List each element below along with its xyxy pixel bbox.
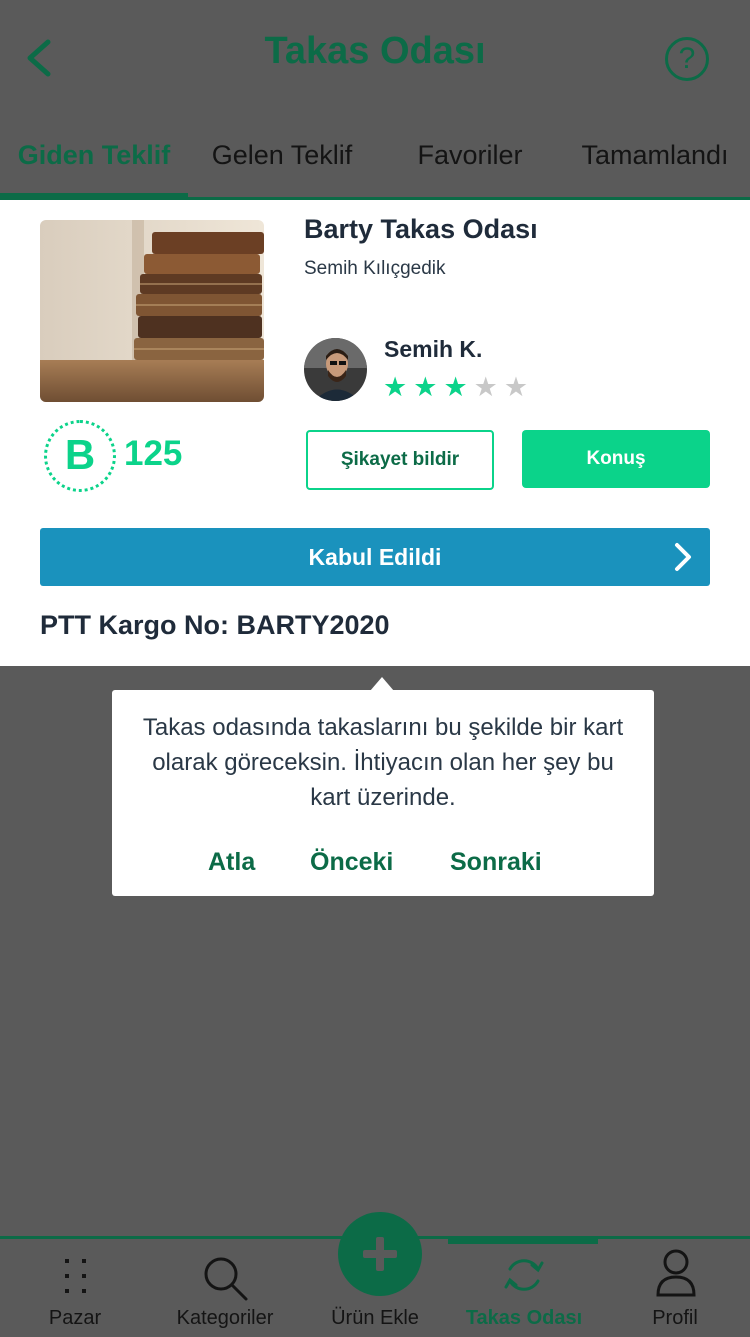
tab-favoriler[interactable]: Favoriler xyxy=(376,112,564,198)
page-title: Takas Odası xyxy=(264,30,486,72)
nav-item-profil[interactable]: Profil xyxy=(600,1239,750,1337)
user-icon xyxy=(656,1249,696,1297)
room-owner: Semih Kılıçgedik xyxy=(304,258,446,279)
grid-icon xyxy=(65,1259,86,1293)
star-empty-icon: ★ xyxy=(503,372,535,402)
coin-value: 125 xyxy=(124,434,183,473)
status-bar[interactable]: Kabul Edildi xyxy=(40,528,710,586)
add-product-button[interactable] xyxy=(338,1212,422,1296)
barty-coin-icon: B xyxy=(44,420,116,492)
star-icon: ★ xyxy=(413,372,444,402)
star-icon: ★ xyxy=(443,372,474,402)
avatar[interactable] xyxy=(304,338,367,401)
nav-item-pazar[interactable]: Pazar xyxy=(0,1239,150,1337)
question-icon[interactable]: ? xyxy=(665,37,709,81)
nav-label-profil: Profil xyxy=(652,1307,698,1329)
star-empty-icon: ★ xyxy=(473,372,504,402)
previous-button[interactable]: Önceki xyxy=(310,848,393,877)
tab-tamamlandi[interactable]: Tamamlandı xyxy=(560,112,750,198)
tab-gelen-teklif[interactable]: Gelen Teklif xyxy=(188,112,376,198)
tab-giden-teklif[interactable]: Giden Teklif xyxy=(0,112,188,198)
nav-label-urun-ekle: Ürün Ekle xyxy=(331,1307,419,1329)
user-name: Semih K. xyxy=(384,336,483,362)
complain-button[interactable]: Şikayet bildir xyxy=(306,430,494,490)
nav-label-kategoriler: Kategoriler xyxy=(176,1307,274,1329)
status-label: Kabul Edildi xyxy=(308,544,442,570)
tab-active-indicator xyxy=(0,193,188,198)
tab-bar: Giden Teklif Gelen Teklif Favoriler Tama… xyxy=(0,112,750,198)
search-icon xyxy=(204,1257,248,1301)
talk-button[interactable]: Konuş xyxy=(522,430,710,488)
next-button[interactable]: Sonraki xyxy=(450,848,542,877)
cargo-number: PTT Kargo No: BARTY2020 xyxy=(40,610,390,640)
nav-label-takas-odasi: Takas Odası xyxy=(465,1307,583,1329)
nav-label-pazar: Pazar xyxy=(48,1307,102,1329)
skip-button[interactable]: Atla xyxy=(208,848,255,877)
onboarding-tooltip: Takas odasında takaslarını bu şekilde bi… xyxy=(112,690,654,896)
trade-card: Barty Takas Odası Semih Kılıçgedik Semih… xyxy=(0,200,750,666)
star-icon: ★ xyxy=(383,372,414,402)
room-title: Barty Takas Odası xyxy=(304,214,538,244)
nav-item-takas-odasi[interactable]: Takas Odası xyxy=(448,1239,600,1337)
tooltip-text: Takas odasında takaslarını bu şekilde bi… xyxy=(142,714,624,811)
rating-stars: ★★★★★ xyxy=(383,372,534,403)
plus-icon xyxy=(363,1237,397,1271)
nav-item-kategoriler[interactable]: Kategoriler xyxy=(150,1239,300,1337)
swap-icon xyxy=(504,1259,544,1291)
chevron-right-icon xyxy=(675,543,691,571)
product-image[interactable] xyxy=(40,220,264,402)
tooltip-arrow xyxy=(370,677,394,691)
header: Takas Odası ? xyxy=(0,0,750,112)
